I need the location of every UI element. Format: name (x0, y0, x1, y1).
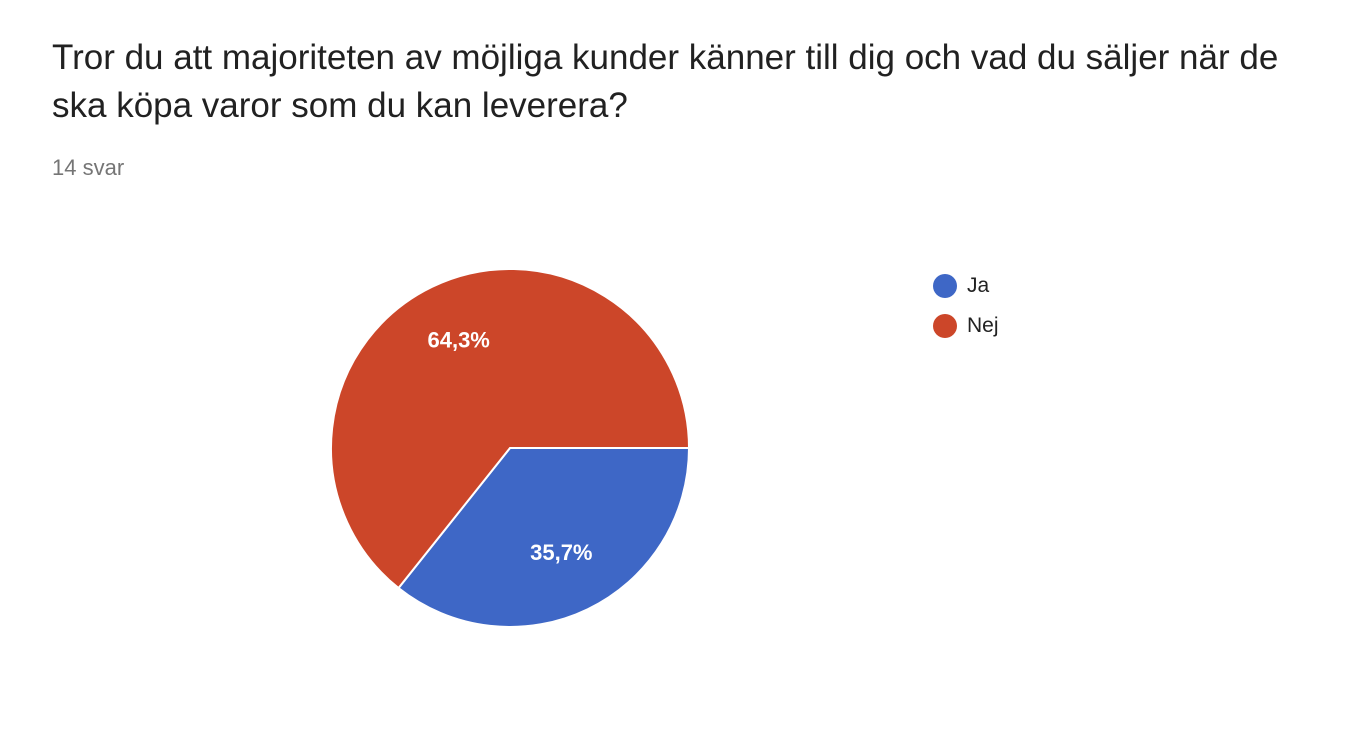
pie-label-ja: 35,7% (530, 540, 592, 565)
pie-label-nej: 64,3% (427, 327, 489, 352)
legend-item-nej[interactable]: Nej (933, 306, 999, 346)
legend-swatch-ja (933, 274, 957, 298)
legend-label-ja: Ja (967, 274, 990, 297)
legend-label-nej: Nej (967, 314, 999, 337)
legend-item-ja[interactable]: Ja (933, 266, 999, 306)
legend-swatch-nej (933, 314, 957, 338)
chart-legend: Ja Nej (933, 266, 999, 346)
pie-slices (330, 268, 691, 628)
pie-chart: 35,7% 64,3% (330, 268, 691, 628)
